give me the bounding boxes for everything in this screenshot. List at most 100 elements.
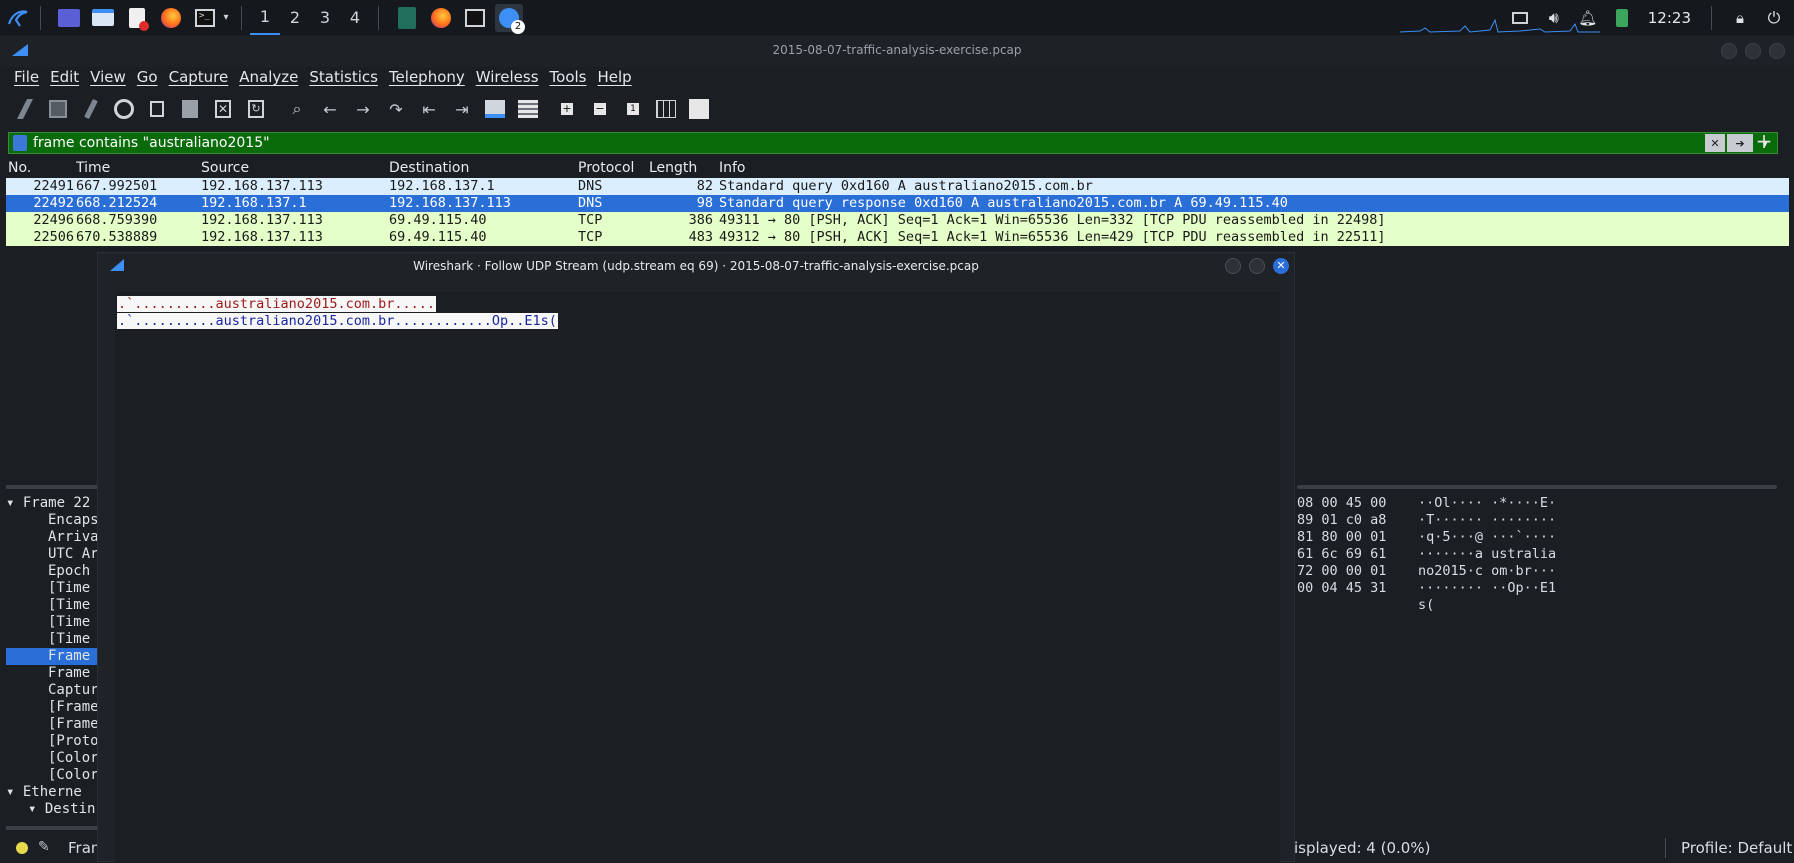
expand-arrow-icon[interactable]: ▾ bbox=[6, 495, 23, 511]
expand-subtrees-icon[interactable] bbox=[686, 96, 712, 122]
hex-row[interactable]: s( bbox=[1297, 597, 1597, 614]
lock-icon[interactable]: 🔒︎ bbox=[1726, 4, 1754, 32]
reload-file-icon[interactable]: ↻ bbox=[243, 96, 269, 122]
close-file-icon[interactable]: ✕ bbox=[210, 96, 236, 122]
terminal-icon[interactable]: >_ bbox=[191, 4, 219, 32]
stop-capture-icon[interactable] bbox=[45, 96, 71, 122]
last-packet-icon[interactable]: ⇥ bbox=[449, 96, 475, 122]
clear-filter-icon[interactable]: ✕ bbox=[1705, 134, 1725, 152]
tree-item[interactable]: UTC Ar bbox=[6, 546, 98, 563]
display-filter-input[interactable] bbox=[33, 135, 1705, 151]
text-editor-icon[interactable] bbox=[123, 4, 151, 32]
open-file-icon[interactable] bbox=[144, 96, 170, 122]
maximize-button[interactable] bbox=[1745, 43, 1761, 59]
hex-row[interactable]: 72 00 00 01 no2015·c om·br··· bbox=[1297, 563, 1597, 580]
tree-item[interactable]: [Color bbox=[6, 750, 98, 767]
menu-wireless[interactable]: Wireless bbox=[476, 68, 539, 86]
menu-go[interactable]: Go bbox=[137, 68, 158, 86]
packet-row[interactable]: 22496 668.759390 192.168.137.113 69.49.1… bbox=[6, 212, 1789, 229]
tree-item[interactable]: [Time bbox=[6, 580, 98, 597]
capture-comment-icon[interactable]: ✎ bbox=[38, 839, 50, 855]
tree-item[interactable]: Captur bbox=[6, 682, 98, 699]
tree-item[interactable]: [Time bbox=[6, 614, 98, 631]
status-profile[interactable]: Profile: Default bbox=[1681, 839, 1792, 857]
normal-size-icon[interactable]: 1 bbox=[620, 96, 646, 122]
column-info[interactable]: Info bbox=[719, 160, 1789, 178]
packet-row-selected[interactable]: 22492 668.212524 192.168.137.1 192.168.1… bbox=[6, 195, 1789, 212]
zoom-in-icon[interactable]: + bbox=[554, 96, 580, 122]
hex-row[interactable]: 81 80 00 01 ·q·5···@ ···`···· bbox=[1297, 529, 1597, 546]
save-file-icon[interactable] bbox=[177, 96, 203, 122]
workspace-4[interactable]: 4 bbox=[340, 0, 370, 35]
logout-icon[interactable]: ⏻ bbox=[1760, 4, 1788, 32]
tree-item-ethernet[interactable]: ▾ Etherne bbox=[6, 784, 98, 801]
hex-row[interactable]: 61 6c 69 61 ·······a ustralia bbox=[1297, 546, 1597, 563]
menu-file[interactable]: File bbox=[14, 68, 39, 86]
minimize-button[interactable] bbox=[1721, 43, 1737, 59]
workspace-2[interactable]: 2 bbox=[280, 0, 310, 35]
tree-item[interactable]: [Time bbox=[6, 631, 98, 648]
menu-telephony[interactable]: Telephony bbox=[389, 68, 465, 86]
dialog-minimize-button[interactable] bbox=[1225, 258, 1241, 274]
apply-filter-icon[interactable]: ➔ bbox=[1727, 134, 1753, 152]
tree-item[interactable]: Epoch bbox=[6, 563, 98, 580]
expand-arrow-icon[interactable]: ▾ bbox=[6, 784, 23, 800]
menu-edit[interactable]: Edit bbox=[50, 68, 79, 86]
battery-icon[interactable] bbox=[1608, 4, 1636, 32]
close-button[interactable] bbox=[1769, 43, 1785, 59]
kali-menu-icon[interactable] bbox=[4, 4, 32, 32]
pane-splitter[interactable] bbox=[1297, 485, 1777, 489]
tree-item-destination[interactable]: ▾ Destin bbox=[6, 801, 98, 818]
expert-info-icon[interactable] bbox=[16, 842, 28, 854]
screen-icon[interactable] bbox=[1506, 4, 1534, 32]
firefox-window-icon[interactable] bbox=[427, 4, 455, 32]
firefox-icon[interactable] bbox=[157, 4, 185, 32]
menu-help[interactable]: Help bbox=[597, 68, 631, 86]
menu-analyze[interactable]: Analyze bbox=[239, 68, 298, 86]
tree-item[interactable]: Encaps bbox=[6, 512, 98, 529]
show-desktop-icon[interactable] bbox=[55, 4, 83, 32]
pane-splitter[interactable] bbox=[6, 485, 98, 489]
bookmark-icon[interactable] bbox=[13, 135, 27, 151]
tree-item[interactable]: [Time bbox=[6, 597, 98, 614]
dialog-maximize-button[interactable] bbox=[1249, 258, 1265, 274]
terminal-window-icon[interactable] bbox=[461, 4, 489, 32]
column-protocol[interactable]: Protocol bbox=[578, 160, 649, 178]
hex-row[interactable]: 00 04 45 31 ········ ··Op··E1 bbox=[1297, 580, 1597, 597]
expand-arrow-icon[interactable]: ▾ bbox=[28, 801, 45, 817]
capture-options-icon[interactable] bbox=[111, 96, 137, 122]
auto-scroll-icon[interactable] bbox=[482, 96, 508, 122]
menu-statistics[interactable]: Statistics bbox=[309, 68, 378, 86]
pane-splitter[interactable] bbox=[6, 826, 98, 830]
zoom-out-icon[interactable]: − bbox=[587, 96, 613, 122]
add-filter-button-icon[interactable]: + bbox=[1754, 130, 1774, 152]
menu-capture[interactable]: Capture bbox=[169, 68, 229, 86]
dialog-close-button[interactable]: ✕ bbox=[1273, 258, 1289, 274]
tree-item[interactable]: [Frame bbox=[6, 716, 98, 733]
tree-item[interactable]: [Proto bbox=[6, 733, 98, 750]
packet-row[interactable]: 22491 667.992501 192.168.137.113 192.168… bbox=[6, 178, 1789, 195]
workspace-1[interactable]: 1 bbox=[250, 0, 280, 35]
restart-capture-icon[interactable] bbox=[78, 96, 104, 122]
go-to-packet-icon[interactable]: ↷ bbox=[383, 96, 409, 122]
colorize-icon[interactable] bbox=[515, 96, 541, 122]
first-packet-icon[interactable]: ⇤ bbox=[416, 96, 442, 122]
tree-item[interactable]: [Frame bbox=[6, 699, 98, 716]
hex-row[interactable]: 89 01 c0 a8 ·T······ ········ bbox=[1297, 512, 1597, 529]
column-no[interactable]: No. bbox=[6, 160, 76, 178]
chevron-down-icon[interactable]: ▾ bbox=[219, 4, 233, 32]
tree-item-frame[interactable]: ▾ Frame 22 bbox=[6, 495, 98, 512]
column-time[interactable]: Time bbox=[76, 160, 201, 178]
packet-row[interactable]: 22506 670.538889 192.168.137.113 69.49.1… bbox=[6, 229, 1789, 246]
column-length[interactable]: Length bbox=[649, 160, 719, 178]
hex-row[interactable]: 08 00 45 00 ··Ol···· ·*····E· bbox=[1297, 495, 1597, 512]
column-destination[interactable]: Destination bbox=[389, 160, 578, 178]
menu-tools[interactable]: Tools bbox=[550, 68, 587, 86]
resize-columns-icon[interactable] bbox=[653, 96, 679, 122]
menu-view[interactable]: View bbox=[90, 68, 126, 86]
tree-item-selected[interactable]: Frame bbox=[6, 648, 98, 665]
go-back-icon[interactable]: ← bbox=[317, 96, 343, 122]
find-packet-icon[interactable]: ⌕ bbox=[284, 96, 310, 122]
wireshark-window-icon[interactable]: 2 bbox=[495, 3, 525, 34]
file-manager-icon[interactable] bbox=[89, 4, 117, 32]
